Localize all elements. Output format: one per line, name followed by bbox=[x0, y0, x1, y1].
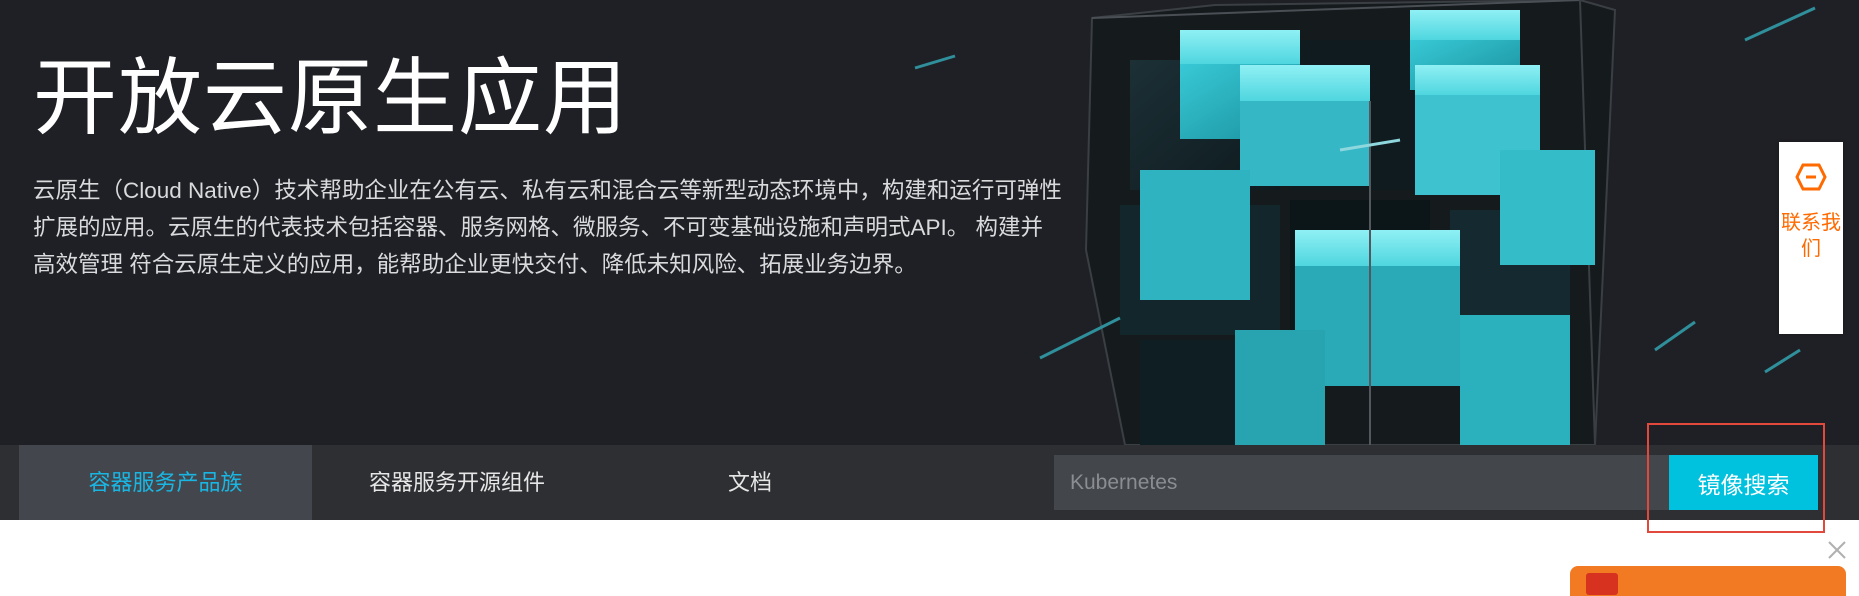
hero-banner: 开放云原生应用 云原生（Cloud Native）技术帮助企业在公有云、私有云和… bbox=[0, 0, 1859, 445]
cube-illustration bbox=[1084, 0, 1617, 445]
promo-banner[interactable] bbox=[1570, 566, 1846, 596]
hero-description: 云原生（Cloud Native）技术帮助企业在公有云、私有云和混合云等新型动态… bbox=[33, 178, 1062, 277]
close-icon[interactable] bbox=[1825, 538, 1849, 562]
image-search-input[interactable] bbox=[1054, 455, 1675, 510]
image-search-button[interactable]: 镜像搜索 bbox=[1669, 455, 1818, 510]
contact-us-label: 联系我们 bbox=[1781, 212, 1841, 260]
tab-docs[interactable]: 文档 bbox=[640, 445, 860, 520]
contact-us-widget[interactable]: 联系我们 bbox=[1779, 142, 1843, 334]
tab-open-source-components[interactable]: 容器服务开源组件 bbox=[312, 445, 602, 520]
tab-container-products[interactable]: 容器服务产品族 bbox=[19, 445, 312, 520]
hero-title: 开放云原生应用 bbox=[33, 51, 629, 145]
hexagon-chat-icon bbox=[1795, 163, 1827, 191]
promo-badge-icon bbox=[1586, 573, 1618, 595]
